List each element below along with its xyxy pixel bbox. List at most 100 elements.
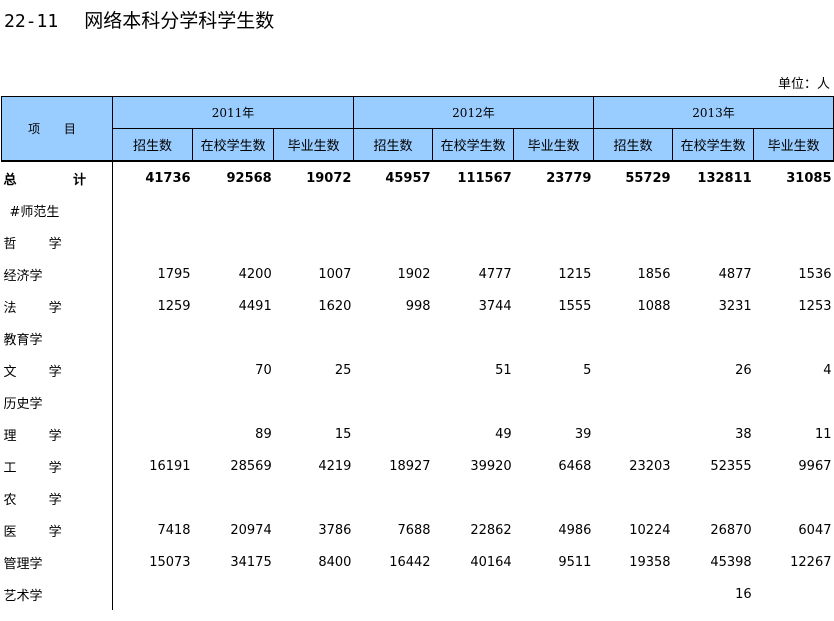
- table-cell: [593, 322, 672, 354]
- table-cell: [112, 578, 193, 610]
- table-cell: 38: [735, 426, 752, 442]
- table-cell: 4986: [558, 522, 592, 538]
- row-label: 艺术学: [3, 588, 43, 604]
- table-cell: [673, 226, 754, 258]
- table-cell: [353, 226, 432, 258]
- table-cell: [112, 418, 193, 450]
- table-cell: 16191: [112, 450, 193, 482]
- table-cell: [112, 386, 193, 418]
- table-cell: [274, 194, 354, 226]
- table-cell: [193, 386, 274, 418]
- table-cell: [754, 386, 834, 418]
- table-cell: [112, 354, 193, 386]
- table-cell: [112, 322, 193, 354]
- table-cell: 52355: [710, 458, 752, 474]
- table-code: 22-11: [4, 11, 59, 32]
- row-label: 教育学: [3, 332, 43, 348]
- table-cell: [433, 482, 514, 514]
- table-cell: 111567: [432, 160, 514, 194]
- table-row: 总 计 41736 92568 19072 45957 111567 23779 55729 1…: [1, 160, 834, 194]
- table-cell: 8400: [318, 554, 352, 570]
- table-row: 哲 学: [2, 226, 834, 258]
- table-cell: 15: [334, 426, 352, 442]
- statistics-table: 项 目 2011年 2012年 2013年 招生数 在校学生数 毕业生数 招生数 在校学…: [0, 96, 834, 610]
- row-label: 哲 学: [3, 236, 76, 252]
- row-label: 总 计: [1, 160, 113, 194]
- table-cell: [593, 354, 672, 386]
- table-cell: 4491: [238, 298, 272, 314]
- table-cell: [193, 226, 274, 258]
- table-cell: 45957: [353, 160, 433, 194]
- year-header: 2011年: [112, 96, 354, 129]
- row-label: 医 学: [3, 524, 76, 540]
- table-cell: 34175: [230, 554, 272, 570]
- table-cell: [754, 482, 834, 514]
- table-cell: 3231: [718, 298, 752, 314]
- table-cell: 10224: [629, 522, 671, 538]
- table-row: 经济学 1795 4200 1007 1902 4777 1215 1856 4877 1536: [2, 258, 834, 290]
- table-cell: [112, 194, 193, 226]
- table-row: 教育学: [2, 322, 834, 354]
- table-cell: [274, 322, 354, 354]
- column-header: 招生数: [592, 128, 674, 162]
- table-cell: 1856: [637, 266, 671, 282]
- table-row: 理 学 89 15 49 39 38 11: [2, 418, 834, 450]
- table-cell: 55729: [593, 160, 673, 194]
- table-cell: 23203: [629, 458, 671, 474]
- table-cell: [112, 226, 193, 258]
- table-cell: 23779: [513, 160, 594, 194]
- table-cell: [754, 194, 834, 226]
- table-cell: 19358: [629, 554, 671, 570]
- table-cell: [593, 386, 672, 418]
- table-cell: [353, 194, 432, 226]
- column-header: 在校学生数: [432, 128, 515, 162]
- table-cell: 998: [405, 298, 431, 314]
- table-cell: 1620: [318, 298, 352, 314]
- table-cell: 26: [735, 362, 752, 378]
- table-cell: 1253: [798, 298, 832, 314]
- table-cell: 3786: [318, 522, 352, 538]
- table-cell: [353, 354, 432, 386]
- table-cell: 16: [735, 586, 752, 602]
- table-cell: [433, 386, 514, 418]
- row-label: 经济学: [3, 268, 43, 284]
- year-header: 2013年: [592, 96, 834, 129]
- table-cell: 1536: [798, 266, 832, 282]
- table-cell: 89: [255, 426, 272, 442]
- table-cell: [274, 226, 354, 258]
- table-cell: 6047: [798, 522, 832, 538]
- table-cell: [193, 194, 274, 226]
- table-cell: [274, 386, 354, 418]
- row-label: 法 学: [3, 300, 76, 316]
- table-cell: 1795: [112, 258, 193, 290]
- table-cell: 92568: [192, 160, 274, 194]
- table-cell: 4877: [718, 266, 752, 282]
- table-body: 总 计 41736 92568 19072 45957 111567 23779 55729 1…: [1, 160, 834, 610]
- table-cell: 5: [583, 362, 592, 378]
- table-row: #师范生: [2, 194, 834, 226]
- table-cell: [514, 386, 594, 418]
- table-cell: 39: [574, 426, 592, 442]
- table-cell: [673, 482, 754, 514]
- table-cell: 12267: [790, 554, 832, 570]
- column-header: 毕业生数: [513, 128, 594, 162]
- table-cell: 4777: [478, 266, 512, 282]
- table-cell: [193, 322, 274, 354]
- table-title: 网络本科分学科学生数: [84, 10, 275, 32]
- table-cell: 1902: [397, 266, 431, 282]
- table-cell: [673, 386, 754, 418]
- table-cell: 132811: [672, 160, 754, 194]
- table-cell: [514, 578, 594, 610]
- table-cell: 1215: [558, 266, 592, 282]
- table-row: 工 学 16191 28569 4219 18927 39920 6468 23203 5235…: [2, 450, 834, 482]
- table-cell: 49: [495, 426, 512, 442]
- table-cell: 1555: [558, 298, 592, 314]
- table-cell: 4: [823, 362, 832, 378]
- table-header: 项 目 2011年 2012年 2013年 招生数 在校学生数 毕业生数 招生数 在校学…: [0, 96, 834, 162]
- table-cell: 39920: [470, 458, 512, 474]
- row-label: 文 学: [3, 364, 76, 380]
- table-cell: 26870: [710, 522, 752, 538]
- table-cell: [193, 482, 274, 514]
- column-header: 招生数: [352, 128, 434, 162]
- table-cell: [112, 482, 193, 514]
